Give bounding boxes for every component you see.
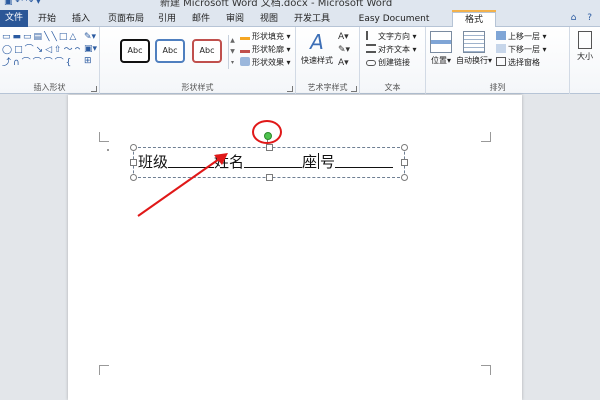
tab-file[interactable]: 文件 — [0, 10, 28, 27]
group-label-text: 文本 — [384, 83, 401, 92]
bring-forward-button[interactable]: 上移一层 ▾ — [496, 31, 547, 43]
size-icon — [578, 31, 592, 49]
selection-pane-icon — [496, 57, 506, 66]
paint-bucket-icon — [240, 31, 250, 40]
group-text: 文字方向 ▾ 对齐文本 ▾ 创建链接 文本 — [360, 27, 426, 94]
group-shape-styles: Abc Abc Abc ▲ ▼ ▾ 形状填充 ▾ 形状轮廓 ▾ 形状效果 ▾ 形状样… — [100, 27, 296, 94]
wordart-icon: A — [310, 30, 324, 54]
group-label-insert-shapes: 插入形状 — [33, 83, 66, 92]
resize-handle-left[interactable] — [130, 159, 137, 166]
annotation-circle — [252, 120, 282, 144]
tab-easy-document-creator[interactable]: Easy Document Creator — [344, 12, 444, 39]
group-wordart-styles: A 快速样式 A▾ ✎▾ A▾ 艺术字样式 — [296, 27, 360, 94]
gallery-scroll-icon[interactable]: ▲ ▼ ▾ — [228, 35, 236, 69]
align-text-button[interactable]: 对齐文本 ▾ — [366, 44, 417, 56]
document-area: 班级 姓名 座号 — [0, 95, 600, 400]
effects-icon — [240, 57, 250, 66]
name-label: 姓名 — [214, 153, 245, 171]
group-label-wordart: 艺术字样式 — [307, 83, 348, 92]
text-fill-outline-icons[interactable]: A▾ ✎▾ A▾ — [338, 31, 350, 70]
send-backward-button[interactable]: 下移一层 ▾ — [496, 44, 547, 56]
resize-handle-bottom[interactable] — [266, 174, 273, 181]
margin-marker — [107, 149, 109, 151]
seat-blank — [335, 154, 394, 168]
align-text-icon — [366, 44, 376, 53]
position-button[interactable]: 位置▾ — [428, 31, 454, 66]
dialog-launcher-icon[interactable] — [351, 86, 357, 92]
quick-styles-button[interactable]: A 快速样式 — [298, 31, 336, 66]
class-blank — [168, 154, 215, 168]
bring-forward-icon — [496, 31, 506, 40]
group-size: 大小 — [570, 27, 600, 94]
ribbon-tabs: 文件 开始 插入 页面布局 引用 邮件 审阅 视图 开发工具 Easy Docu… — [0, 10, 600, 39]
tab-page-layout[interactable]: 页面布局 — [104, 12, 148, 27]
tab-insert[interactable]: 插入 — [68, 12, 94, 27]
crop-mark — [99, 132, 109, 142]
tab-references[interactable]: 引用 — [156, 12, 178, 27]
ribbon-controls-icon[interactable]: ⌂ ? — [571, 13, 596, 23]
position-icon — [430, 31, 452, 53]
resize-handle-bottom-right[interactable] — [401, 174, 408, 181]
shapes-gallery[interactable]: ▭▬▭▤╲╲□△ ◯□⌒↘◁⇧〜〜 ⤴∩⌒⌒⌒⌒{ — [2, 31, 80, 71]
ribbon: ▭▬▭▤╲╲□△ ◯□⌒↘◁⇧〜〜 ⤴∩⌒⌒⌒⌒{ ✎▾ ▣▾ ⊞ 插入形状 Abc A… — [0, 27, 600, 94]
text-direction-button[interactable]: 文字方向 ▾ — [366, 31, 417, 43]
edit-shape-icon[interactable]: ✎▾ ▣▾ ⊞ — [84, 31, 97, 67]
resize-handle-bottom-left[interactable] — [130, 174, 137, 181]
pen-icon — [240, 44, 250, 53]
group-label-arrange: 排列 — [489, 83, 506, 92]
selected-textbox[interactable]: 班级 姓名 座号 — [130, 132, 408, 181]
shape-outline-button[interactable]: 形状轮廓 ▾ — [240, 44, 291, 56]
tab-developer[interactable]: 开发工具 — [292, 12, 332, 27]
link-icon — [366, 60, 376, 66]
crop-mark — [481, 132, 491, 142]
shape-style-black[interactable]: Abc — [120, 39, 150, 63]
shape-style-red[interactable]: Abc — [192, 39, 222, 63]
tab-format[interactable]: 格式 — [452, 12, 496, 28]
name-blank — [244, 154, 303, 168]
tab-home[interactable]: 开始 — [34, 12, 60, 27]
window-title: 新建 Microsoft Word 文档.docx - Microsoft Wo… — [160, 0, 393, 9]
text-cursor — [318, 153, 320, 169]
resize-handle-top-left[interactable] — [130, 144, 137, 151]
shape-style-blue[interactable]: Abc — [155, 39, 185, 63]
resize-handle-top-right[interactable] — [401, 144, 408, 151]
wrap-text-button[interactable]: 自动换行▾ — [456, 31, 492, 66]
group-label-shape-styles: 形状样式 — [181, 83, 214, 92]
title-bar: ▣ ↶ ↷ ▾ 新建 Microsoft Word 文档.docx - Micr… — [0, 0, 600, 10]
resize-handle-top[interactable] — [266, 144, 273, 151]
dialog-launcher-icon[interactable] — [287, 86, 293, 92]
textbox-content[interactable]: 班级 姓名 座号 — [138, 152, 394, 172]
seat-label-a: 座 — [302, 153, 318, 171]
crop-mark — [99, 365, 109, 375]
selection-pane-button[interactable]: 选择窗格 — [496, 57, 540, 69]
shape-fill-button[interactable]: 形状填充 ▾ — [240, 31, 291, 43]
seat-label-b: 号 — [320, 153, 336, 171]
tab-view[interactable]: 视图 — [258, 12, 280, 27]
wrap-text-icon — [463, 31, 485, 53]
send-backward-icon — [496, 44, 506, 53]
group-arrange: 位置▾ 自动换行▾ 上移一层 ▾ 下移一层 ▾ 选择窗格 排列 — [426, 27, 570, 94]
group-insert-shapes: ▭▬▭▤╲╲□△ ◯□⌒↘◁⇧〜〜 ⤴∩⌒⌒⌒⌒{ ✎▾ ▣▾ ⊞ 插入形状 — [0, 27, 100, 94]
dialog-launcher-icon[interactable] — [91, 86, 97, 92]
text-direction-icon — [366, 31, 376, 40]
shape-effects-button[interactable]: 形状效果 ▾ — [240, 57, 291, 69]
crop-mark — [481, 365, 491, 375]
quick-access-toolbar[interactable]: ▣ ↶ ↷ ▾ — [4, 0, 41, 7]
size-button[interactable]: 大小 — [572, 31, 598, 62]
tab-mailings[interactable]: 邮件 — [190, 12, 212, 27]
resize-handle-right[interactable] — [401, 159, 408, 166]
create-link-button[interactable]: 创建链接 — [366, 57, 410, 69]
class-label: 班级 — [138, 153, 169, 171]
document-page[interactable]: 班级 姓名 座号 — [68, 95, 522, 400]
tab-review[interactable]: 审阅 — [224, 12, 246, 27]
